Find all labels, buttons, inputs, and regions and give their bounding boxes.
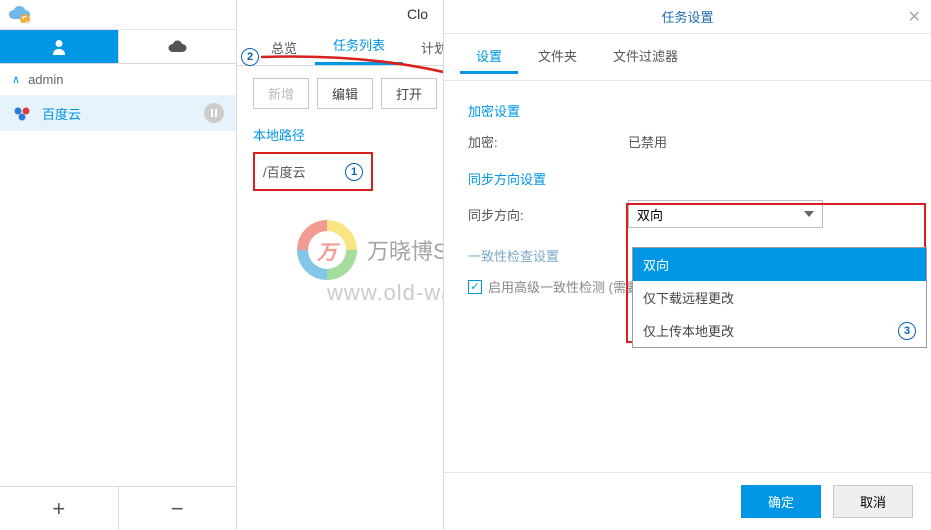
encrypt-row: 加密: 已禁用 [468,132,907,151]
cloud-service-item[interactable]: 百度云 [0,95,236,131]
syncdir-label: 同步方向: [468,205,628,224]
add-button[interactable]: + [0,487,119,530]
ok-button[interactable]: 确定 [741,485,821,518]
panel-title: 任务设置 [661,7,713,26]
open-button[interactable]: 打开 [381,78,437,109]
user-icon [48,39,70,55]
syncdir-row: 同步方向: 双向 [468,200,907,228]
admin-label: admin [28,72,63,87]
sidebar: ∧ admin 百度云 + − [0,0,237,530]
checkbox-icon[interactable]: ✓ [468,280,482,294]
cloud-icon [166,39,188,55]
encrypt-value: 已禁用 [628,132,667,151]
sidebar-tab-user[interactable] [0,30,119,63]
pause-icon[interactable] [204,103,224,123]
cancel-button[interactable]: 取消 [833,485,913,518]
logo-bar [0,0,236,30]
panel-tab-folder[interactable]: 文件夹 [522,40,593,74]
annotation-badge-1: 1 [345,163,363,181]
tab-tasklist[interactable]: 任务列表 [315,27,403,65]
dropdown-option-bidirectional[interactable]: 双向 [633,248,926,281]
remove-button[interactable]: − [119,487,237,530]
syncdir-heading: 同步方向设置 [468,169,907,188]
encrypt-heading: 加密设置 [468,101,907,120]
cloud-sync-icon [8,5,32,25]
syncdir-dropdown: 双向 仅下载远程更改 仅上传本地更改 3 [632,247,927,348]
baidu-cloud-icon [12,103,32,123]
encrypt-label: 加密: [468,132,628,151]
new-button[interactable]: 新增 [253,78,309,109]
chevron-up-icon: ∧ [12,73,20,86]
app-title-cut: Clo [407,6,428,22]
dropdown-option-download-only[interactable]: 仅下载远程更改 [633,281,926,314]
path-row[interactable]: /百度云 1 [253,152,373,191]
sidebar-tab-cloud[interactable] [119,30,237,63]
sidebar-footer: + − [0,486,236,530]
cloud-service-label: 百度云 [42,104,194,123]
chevron-down-icon [804,211,814,217]
close-icon[interactable]: ✕ [908,7,921,27]
panel-footer: 确定 取消 [444,472,931,530]
panel-tab-settings[interactable]: 设置 [460,40,518,74]
panel-body: 加密设置 加密: 已禁用 同步方向设置 同步方向: 双向 双向 仅下载远程更改 … [444,81,931,472]
path-value: /百度云 [263,162,306,181]
watermark-logo-icon [297,220,357,280]
panel-tab-filter[interactable]: 文件过滤器 [597,40,694,74]
panel-tabs: 设置 文件夹 文件过滤器 [444,34,931,81]
dropdown-option-upload-only[interactable]: 仅上传本地更改 3 [633,314,926,347]
task-settings-panel: 任务设置 ✕ 设置 文件夹 文件过滤器 加密设置 加密: 已禁用 同步方向设置 … [443,0,931,530]
annotation-badge-2: 2 [241,48,259,66]
edit-button[interactable]: 编辑 [317,78,373,109]
sidebar-tabs [0,30,236,64]
syncdir-select[interactable]: 双向 [628,200,823,228]
tab-overview[interactable]: 总览 [253,30,315,65]
annotation-badge-3: 3 [898,322,916,340]
panel-header: 任务设置 ✕ [444,0,931,34]
syncdir-selected: 双向 [637,205,663,224]
admin-row[interactable]: ∧ admin [0,64,236,95]
